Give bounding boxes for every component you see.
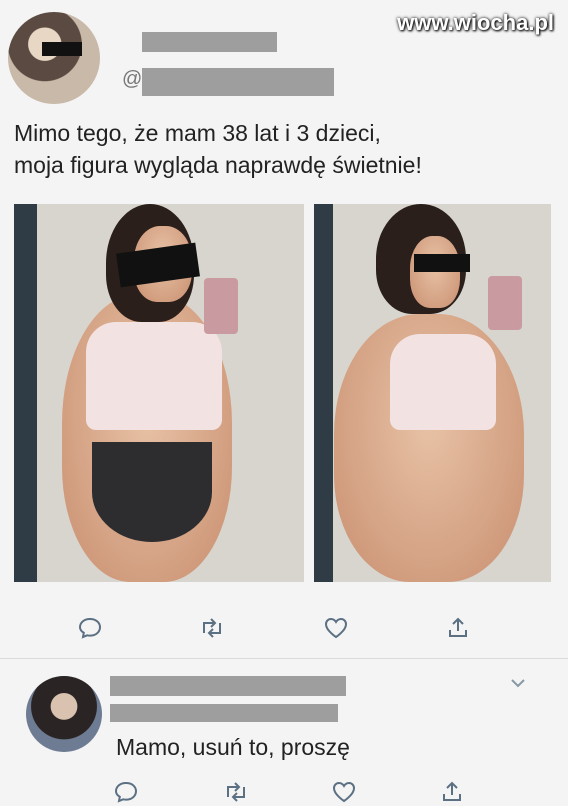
eye-censor-bar (414, 254, 470, 272)
reply-icon[interactable] (76, 614, 104, 642)
reply-author-avatar[interactable] (26, 676, 102, 752)
reply-author-name-redacted (110, 676, 346, 696)
reply-text: Mamo, usuń to, proszę (116, 734, 350, 760)
retweet-icon[interactable] (222, 778, 250, 806)
phone (488, 276, 522, 330)
like-icon[interactable] (322, 614, 350, 642)
sports-top (86, 322, 222, 430)
reply-icon[interactable] (112, 778, 140, 806)
post-text-line-1: Mimo tego, że mam 38 lat i 3 dzieci, (14, 120, 381, 146)
reply-menu-chevron-icon[interactable] (510, 676, 526, 694)
author-name-redacted (142, 32, 277, 52)
briefs (92, 442, 212, 542)
author-avatar[interactable] (8, 12, 100, 104)
retweet-icon[interactable] (198, 614, 226, 642)
post-photo-1[interactable] (14, 204, 304, 582)
share-icon[interactable] (444, 614, 472, 642)
eye-censor-bar (42, 42, 82, 56)
like-icon[interactable] (330, 778, 358, 806)
sports-top (390, 334, 496, 430)
author-handle-redacted (142, 68, 334, 96)
author-handle-prefix: @ (122, 68, 143, 90)
post-divider (0, 658, 568, 659)
post-photo-2[interactable] (314, 204, 551, 582)
post-text-line-2: moja figura wygląda naprawdę świetnie! (14, 152, 422, 178)
site-watermark: www.wiocha.pl (397, 10, 554, 35)
phone (204, 278, 238, 334)
reply-author-handle-redacted (110, 704, 338, 722)
share-icon[interactable] (438, 778, 466, 806)
figure-face (410, 236, 460, 308)
